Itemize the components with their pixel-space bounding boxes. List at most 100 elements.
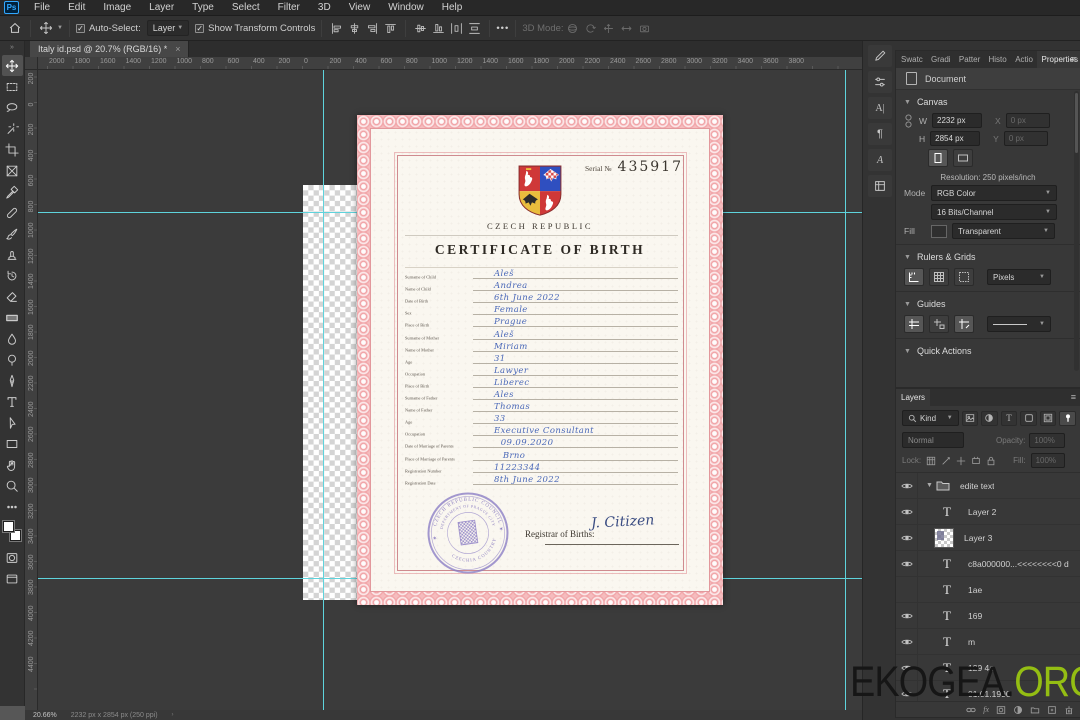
libraries-panel-icon[interactable] (868, 175, 892, 197)
layer-row-text[interactable]: T 129 4a (896, 654, 1080, 681)
tab-swatc[interactable]: Swatc (896, 51, 926, 68)
lock-guides-button[interactable] (929, 315, 949, 333)
text-layer-thumbnail[interactable]: T (936, 686, 958, 702)
birth-certificate-document[interactable]: Serial № 435917 CZECH REPUBLIC CERTIFICA… (357, 115, 723, 605)
menu-layer[interactable]: Layer (140, 0, 183, 16)
toggle-pixel-grid-button[interactable] (954, 268, 974, 286)
text-layer-thumbnail[interactable]: T (936, 582, 958, 598)
frame-tool[interactable] (2, 160, 23, 181)
portrait-orientation-button[interactable] (928, 149, 948, 167)
fill-swatch[interactable] (931, 224, 947, 238)
menu-image[interactable]: Image (94, 0, 140, 16)
tab-patter[interactable]: Patter (954, 51, 984, 68)
tab-gradi[interactable]: Gradi (926, 51, 954, 68)
history-brush-tool[interactable] (2, 265, 23, 286)
status-chevron-icon[interactable]: › (172, 712, 174, 718)
new-group-icon[interactable] (1030, 705, 1040, 715)
layer-row-text[interactable]: T 1ae (896, 576, 1080, 603)
layer-visibility-eye-icon[interactable] (896, 628, 918, 655)
brush-tool[interactable] (2, 223, 23, 244)
spot-healing-brush-tool[interactable] (2, 202, 23, 223)
layer-row-text[interactable]: Tm (896, 628, 1080, 655)
pen-tool[interactable] (2, 370, 23, 391)
guides-section-header[interactable]: ▼ Guides (896, 291, 1080, 312)
zoom-level[interactable]: 20.66% (33, 712, 57, 719)
new-layer-icon[interactable] (1047, 705, 1057, 715)
align-right-edges-icon[interactable] (366, 22, 379, 35)
text-layer-thumbnail[interactable]: T (936, 504, 958, 520)
menu-edit[interactable]: Edit (59, 0, 94, 16)
layer-row-image[interactable]: Layer 3 (896, 524, 1080, 551)
horizontal-ruler[interactable]: 2000 1800 1600 1400 1200 1000 800 600 400 200 0 200… (38, 57, 862, 70)
quick-mask-button[interactable] (2, 547, 23, 568)
layer-visibility-eye-icon[interactable] (896, 550, 918, 577)
adjustments-panel-icon[interactable] (868, 71, 892, 93)
chevron-down-icon[interactable]: ▼ (57, 25, 63, 31)
crop-tool[interactable] (2, 139, 23, 160)
foreground-color-swatch[interactable] (2, 520, 15, 533)
gradient-tool[interactable] (2, 307, 23, 328)
character-panel-icon[interactable]: A| (868, 97, 892, 119)
move-tool[interactable] (1, 55, 23, 76)
screen-mode-button[interactable] (2, 568, 23, 589)
clone-stamp-tool[interactable] (2, 244, 23, 265)
layer-name[interactable]: Layer 2 (968, 507, 996, 517)
ruler-units-dropdown[interactable]: Pixels ▼ (987, 269, 1051, 285)
layer-visibility-eye-icon[interactable] (896, 498, 918, 525)
menu-type[interactable]: Type (183, 0, 223, 16)
layer-name[interactable]: Layer 3 (964, 533, 992, 543)
menu-window[interactable]: Window (379, 0, 433, 16)
filter-type-layers-icon[interactable]: T (1000, 410, 1018, 426)
lock-pixels-icon[interactable] (941, 456, 951, 466)
align-top-edges-icon[interactable] (384, 22, 397, 35)
new-adjustment-layer-icon[interactable] (1013, 705, 1023, 715)
layer-name[interactable]: 01.01.1990 (968, 689, 1011, 699)
brush-settings-panel-icon[interactable] (868, 45, 892, 67)
object-selection-tool[interactable] (2, 118, 23, 139)
vertical-guide[interactable] (323, 70, 324, 710)
canvas-section-header[interactable]: ▼ Canvas (896, 90, 1080, 110)
layer-name[interactable]: 1ae (968, 585, 982, 595)
type-tool[interactable] (2, 391, 23, 412)
color-mode-dropdown[interactable]: RGB Color ▼ (931, 185, 1057, 201)
layer-visibility-hidden[interactable] (896, 576, 918, 603)
tab-actio[interactable]: Actio (1010, 51, 1036, 68)
panel-scrollbar[interactable] (1074, 91, 1079, 371)
text-layer-thumbnail[interactable]: T (936, 556, 958, 572)
text-layer-thumbnail[interactable]: T (936, 634, 958, 650)
layer-effects-icon[interactable]: fx (983, 705, 989, 714)
tab-histo[interactable]: Histo (984, 51, 1011, 68)
lock-transparency-icon[interactable] (926, 456, 936, 466)
dodge-tool[interactable] (2, 349, 23, 370)
ruler-origin-corner[interactable] (25, 57, 38, 70)
layer-thumbnail[interactable] (934, 527, 954, 548)
layer-row-text[interactable]: T Layer 2 (896, 498, 1080, 525)
vertical-guide[interactable] (845, 70, 846, 710)
lock-artboard-icon[interactable] (971, 456, 981, 466)
lasso-tool[interactable] (2, 97, 23, 118)
eraser-tool[interactable] (2, 286, 23, 307)
layer-row-group[interactable]: ▼ edite text (896, 472, 1080, 499)
group-expand-caret[interactable]: ▼ (926, 482, 933, 489)
eyedropper-tool[interactable] (2, 181, 23, 202)
align-bottom-edges-icon[interactable] (432, 22, 445, 35)
add-layer-mask-icon[interactable] (996, 705, 1006, 715)
distribute-vertically-icon[interactable] (468, 22, 481, 35)
vertical-ruler[interactable]: 200 0 200 400 600 800 1000 1200 1400 1600 1800 2000… (25, 70, 38, 710)
home-icon[interactable] (6, 19, 24, 37)
layer-name[interactable]: edite text (960, 481, 995, 491)
layer-visibility-eye-icon[interactable] (896, 602, 918, 629)
canvas-fill-dropdown[interactable]: Transparent ▼ (952, 223, 1055, 239)
bit-depth-dropdown[interactable]: 16 Bits/Channel ▼ (931, 204, 1057, 220)
filter-kind-dropdown[interactable]: Kind ▼ (902, 410, 959, 426)
layer-visibility-eye-icon[interactable] (896, 472, 918, 499)
edit-toolbar[interactable] (2, 496, 23, 517)
auto-select-checkbox[interactable]: ✓ (75, 23, 85, 33)
toggle-grid-button[interactable] (929, 268, 949, 286)
quick-actions-section-header[interactable]: ▼ Quick Actions (896, 338, 1080, 359)
layer-row-text[interactable]: Tc8a000000...<<<<<<<<0 d (896, 550, 1080, 577)
canvas-width-input[interactable]: 2232 px (932, 113, 983, 128)
filter-shape-layers-icon[interactable] (1020, 410, 1037, 426)
collapse-toolbar-icon[interactable]: » (10, 41, 14, 55)
edit-guides-button[interactable] (954, 315, 974, 333)
